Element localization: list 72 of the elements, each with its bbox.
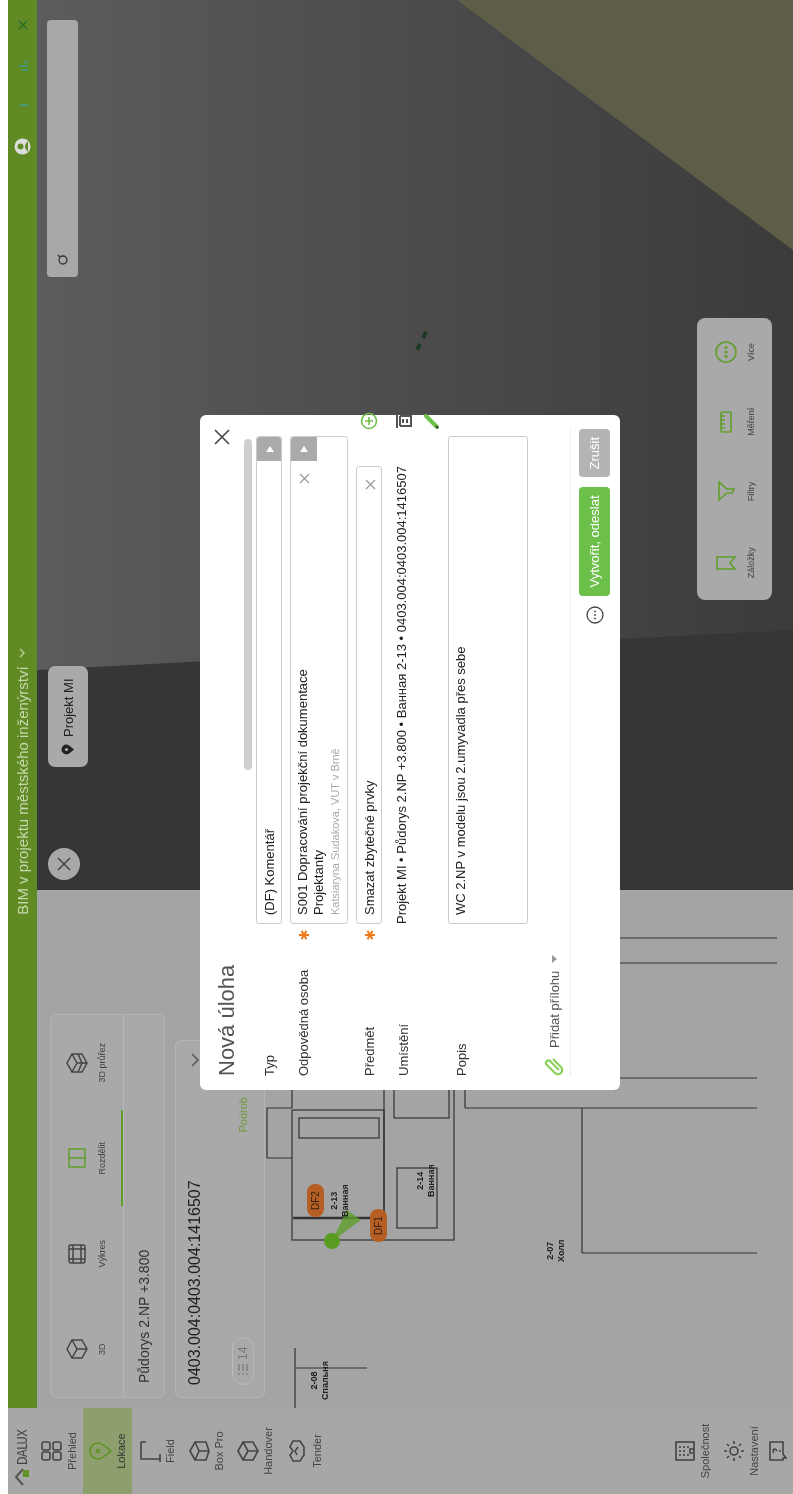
location-text: Projekt MI • Půdorys 2.NP +3.800 • Ванная 2-13 • 0403.004:0403.004:1416507 xyxy=(393,465,410,924)
logo-text: DALUX xyxy=(14,1429,30,1465)
sidebar-item[interactable]: Handover xyxy=(230,1408,279,1494)
type-select[interactable]: (DF) Komentář xyxy=(256,436,282,924)
box-icon xyxy=(187,1438,211,1464)
field-label: Popis xyxy=(454,1043,469,1076)
field-label: Předmět xyxy=(362,1026,377,1076)
room-label: 2-07 Холл xyxy=(545,1239,567,1262)
location-code: 0403.004:0403.004:1416507 xyxy=(186,1180,204,1385)
cube-icon xyxy=(236,1438,260,1464)
tool-button[interactable]: Filtry xyxy=(713,479,756,504)
add-attachment-button[interactable]: Přidat přílohu xyxy=(544,954,564,1076)
view-mode-tab[interactable]: Rozdělit xyxy=(51,1110,123,1206)
sidebar-item[interactable]: Field xyxy=(132,1408,181,1494)
expand-icon[interactable] xyxy=(190,1053,200,1067)
project-title[interactable]: BIM v projektu městského inženýrství xyxy=(14,666,31,915)
sidebar-item[interactable]: Lokace xyxy=(83,1408,132,1494)
assignee-select[interactable]: S001 Dopracování projekční dokumentace Projektanty Katsiaryna Sudakova, VUT v Brně xyxy=(290,436,348,924)
close-icon[interactable] xyxy=(214,429,230,445)
pencil-icon[interactable] xyxy=(422,412,440,430)
search-icon xyxy=(56,253,69,265)
dialog-title: Nová úloha xyxy=(214,964,240,1076)
split-view-icon xyxy=(65,1146,89,1171)
task-marker[interactable]: DF1 xyxy=(370,1209,387,1242)
subject-field[interactable]: Smazat zbytečné prvky xyxy=(356,466,382,924)
sidebar-item[interactable]: Společnost xyxy=(667,1408,716,1494)
room-label: 2-14 Ванная xyxy=(415,1164,437,1197)
avatar-icon[interactable] xyxy=(14,138,31,155)
location-pin-label[interactable]: Projekt MI xyxy=(48,666,88,767)
field-label: Odpovědná osoba xyxy=(296,969,311,1076)
sidebar-item[interactable]: Nastavení xyxy=(716,1408,765,1494)
field-label: Typ xyxy=(262,1055,277,1076)
frame-icon xyxy=(65,1241,89,1266)
close-icon xyxy=(57,857,71,871)
room-label: 2-08 Спальня xyxy=(309,1361,331,1400)
more-icon[interactable] xyxy=(585,605,604,624)
add-icon[interactable] xyxy=(360,412,378,430)
search-field[interactable] xyxy=(47,20,78,277)
pin-icon xyxy=(61,744,75,755)
help-icon[interactable] xyxy=(769,1440,787,1462)
room-label: 2-13 Ванная xyxy=(329,1184,351,1217)
trash-icon[interactable] xyxy=(394,413,412,429)
tool-button[interactable]: Měření xyxy=(713,407,756,436)
more-icon xyxy=(713,339,738,364)
cube-icon xyxy=(65,1337,89,1362)
sidebar-item[interactable]: Tender xyxy=(279,1408,328,1494)
caret-icon xyxy=(266,446,274,452)
scrollbar[interactable] xyxy=(244,439,252,770)
section-cube-icon xyxy=(65,1050,89,1075)
tool-button[interactable]: Více xyxy=(713,339,756,364)
task-marker[interactable]: DF2 xyxy=(307,1184,324,1217)
floor-selector[interactable]: Půdorys 2.NP +3.800 xyxy=(124,1015,164,1397)
gear-icon xyxy=(722,1438,746,1464)
description-field[interactable]: WC 2.NP v modelu jsou 2.umyvadla přes sebe xyxy=(448,436,528,924)
view-mode-tab[interactable]: Výkres xyxy=(51,1206,123,1302)
tool-button[interactable]: Záložky xyxy=(713,547,756,579)
sidebar-item[interactable]: Box Pro xyxy=(181,1408,230,1494)
create-send-button[interactable]: Vytvořit, odeslat xyxy=(579,487,610,596)
caret-icon xyxy=(300,446,308,452)
chevron-icon[interactable] xyxy=(19,648,26,659)
caret-icon xyxy=(551,954,557,963)
clear-icon[interactable] xyxy=(299,473,310,484)
list-icon xyxy=(238,1364,248,1375)
clear-icon[interactable] xyxy=(365,479,376,490)
grid-icon xyxy=(40,1438,64,1464)
sidebar-item[interactable]: Přehled xyxy=(34,1408,83,1494)
field-label: Umístění xyxy=(396,1024,411,1076)
view-mode-tab[interactable]: 3D xyxy=(51,1301,123,1397)
building-icon xyxy=(673,1438,697,1464)
view-mode-tab[interactable]: 3D průřez xyxy=(51,1015,123,1111)
paperclip-icon xyxy=(544,1056,564,1076)
logo-icon xyxy=(14,1468,30,1486)
